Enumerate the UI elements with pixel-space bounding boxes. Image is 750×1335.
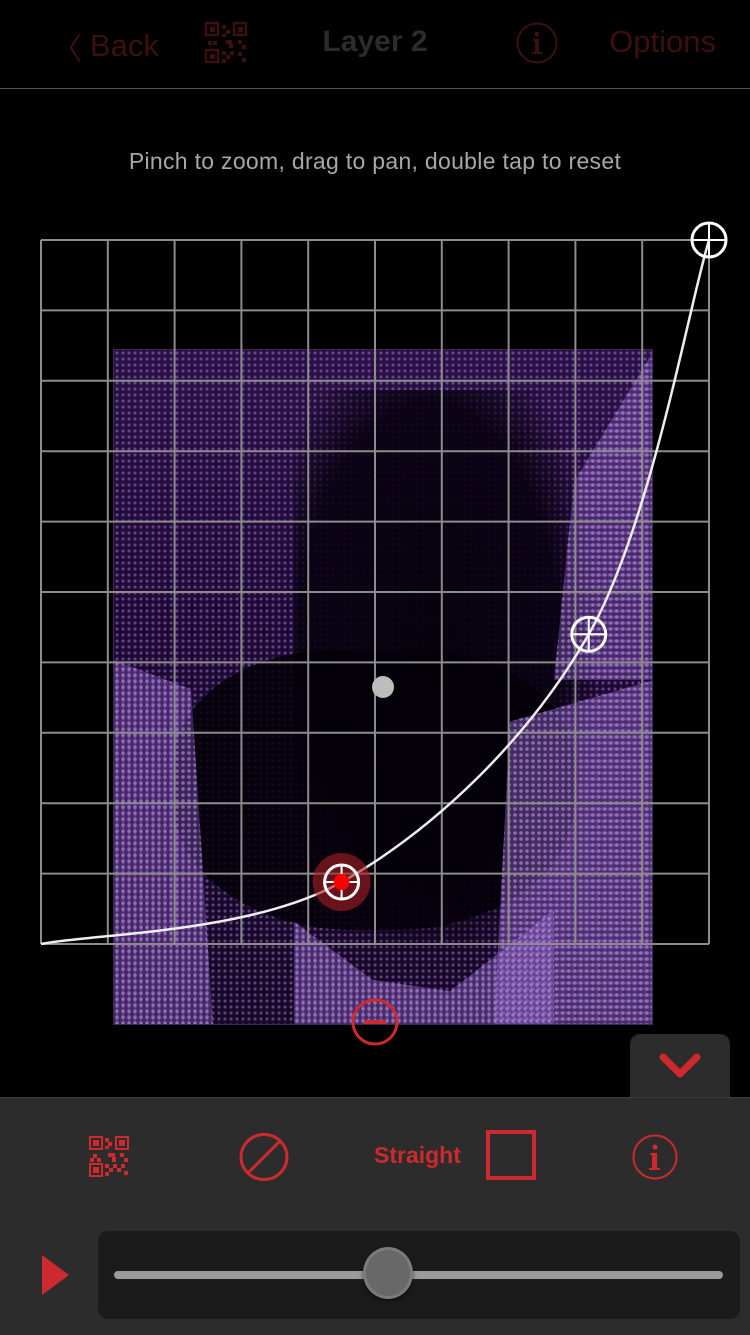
qr-code-icon[interactable]	[89, 1136, 131, 1178]
remove-point-button[interactable]	[351, 998, 399, 1046]
straight-checkbox[interactable]	[486, 1130, 536, 1180]
control-point-selected[interactable]	[312, 853, 371, 912]
prohibit-icon[interactable]	[238, 1131, 290, 1183]
curve-editor[interactable]	[0, 0, 750, 1100]
control-point-mid[interactable]	[570, 615, 608, 653]
info-icon[interactable]	[632, 1134, 678, 1180]
play-icon[interactable]	[42, 1255, 69, 1295]
layer-anchor-dot[interactable]	[372, 676, 394, 698]
slider-track[interactable]	[114, 1271, 723, 1279]
collapse-tab[interactable]	[630, 1034, 730, 1100]
slider-thumb[interactable]	[363, 1247, 414, 1299]
chevron-down-icon	[659, 1053, 701, 1078]
timeline-slider[interactable]	[98, 1231, 740, 1319]
straight-label: Straight	[374, 1142, 461, 1168]
control-point-end[interactable]	[690, 221, 728, 259]
